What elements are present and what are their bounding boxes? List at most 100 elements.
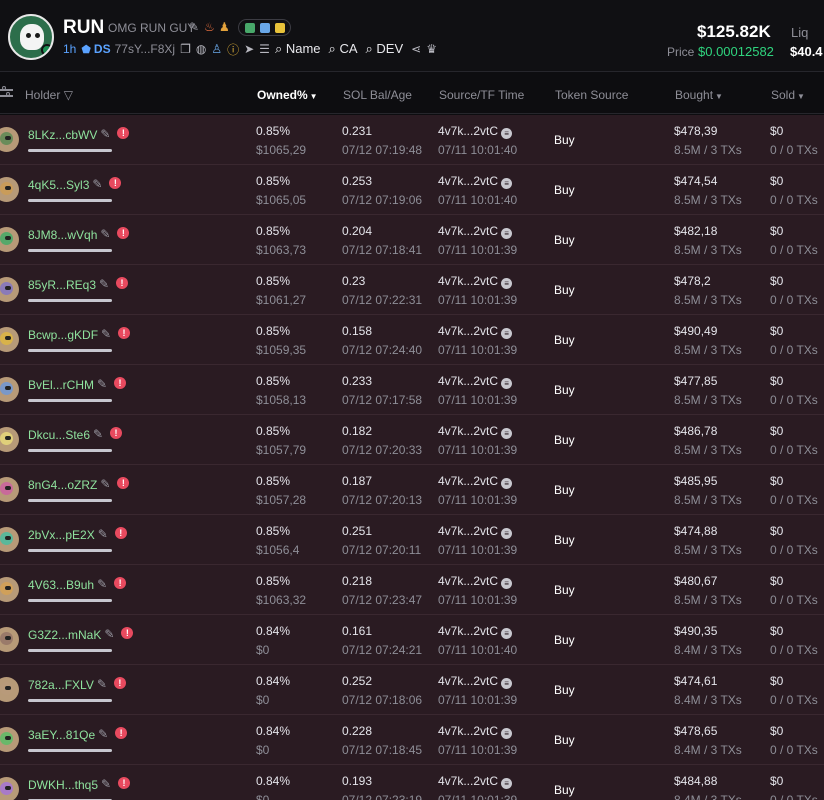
- holder-address[interactable]: 2bVx...pE2X: [28, 528, 95, 542]
- edit-icon[interactable]: ✎: [104, 627, 114, 641]
- avatar[interactable]: [0, 327, 19, 352]
- edit-icon[interactable]: ✎: [98, 527, 108, 541]
- source-wallet[interactable]: 4v7k...2vtC ≡: [438, 524, 513, 539]
- table-row[interactable]: 2bVx...pE2X ✎ ! 0.85% $1056,4 0.251 07/1…: [0, 515, 824, 565]
- edit-icon[interactable]: ✎: [101, 777, 111, 791]
- ds-link[interactable]: DS: [94, 42, 111, 56]
- column-holder[interactable]: Holder ▽: [25, 88, 73, 102]
- avatar[interactable]: [0, 227, 19, 252]
- alert-icon[interactable]: !: [117, 227, 130, 239]
- holder-address[interactable]: BvEl...rCHM: [28, 378, 94, 392]
- edit-icon[interactable]: ✎: [93, 427, 103, 441]
- source-wallet[interactable]: 4v7k...2vtC ≡: [438, 474, 513, 489]
- alert-icon[interactable]: !: [118, 327, 131, 339]
- table-row[interactable]: Dkcu...Ste6 ✎ ! 0.85% $1057,79 0.182 07/…: [0, 415, 824, 465]
- edit-icon[interactable]: ✎: [99, 277, 109, 291]
- avatar[interactable]: [0, 777, 19, 800]
- source-wallet[interactable]: 4v7k...2vtC ≡: [438, 574, 513, 589]
- holder-address[interactable]: 8JM8...wVqh: [28, 228, 97, 242]
- table-row[interactable]: 85yR...REq3 ✎ ! 0.85% $1061,27 0.23 07/1…: [0, 265, 824, 315]
- search-ca-link[interactable]: ⌕ CA: [329, 41, 358, 57]
- edit-icon[interactable]: ✎: [100, 477, 110, 491]
- avatar[interactable]: [0, 477, 19, 502]
- alert-icon[interactable]: !: [113, 677, 126, 689]
- edit-icon[interactable]: ✎: [97, 677, 107, 691]
- holder-address[interactable]: 8LKz...cbWV: [28, 128, 97, 142]
- table-row[interactable]: BvEl...rCHM ✎ ! 0.85% $1058,13 0.233 07/…: [0, 365, 824, 415]
- source-wallet[interactable]: 4v7k...2vtC ≡: [438, 724, 513, 739]
- source-wallet[interactable]: 4v7k...2vtC ≡: [438, 174, 513, 189]
- table-row[interactable]: 8JM8...wVqh ✎ ! 0.85% $1063,73 0.204 07/…: [0, 215, 824, 265]
- table-row[interactable]: DWKH...thq5 ✎ ! 0.84% $0 0.193 07/12 07:…: [0, 765, 824, 800]
- search-dev-link[interactable]: ⌕ DEV: [366, 41, 404, 57]
- table-row[interactable]: Bcwp...gKDF ✎ ! 0.85% $1059,35 0.158 07/…: [0, 315, 824, 365]
- holder-address[interactable]: 85yR...REq3: [28, 278, 96, 292]
- alert-icon[interactable]: !: [118, 777, 131, 789]
- table-row[interactable]: 8LKz...cbWV ✎ ! 0.85% $1065,29 0.231 07/…: [0, 115, 824, 165]
- alert-icon[interactable]: !: [110, 427, 123, 439]
- table-row[interactable]: G3Z2...mNaK ✎ ! 0.84% $0 0.161 07/12 07:…: [0, 615, 824, 665]
- avatar[interactable]: [0, 727, 19, 752]
- table-row[interactable]: 4V63...B9uh ✎ ! 0.85% $1063,32 0.218 07/…: [0, 565, 824, 615]
- holder-address[interactable]: 782a...FXLV: [28, 678, 94, 692]
- source-wallet[interactable]: 4v7k...2vtC ≡: [438, 374, 513, 389]
- contract-address[interactable]: 77sY...F8Xj: [115, 42, 175, 56]
- edit-icon[interactable]: ✎: [100, 227, 110, 241]
- edit-icon[interactable]: ✎: [97, 377, 107, 391]
- alert-icon[interactable]: !: [114, 527, 127, 539]
- search-name-link[interactable]: ⌕ Name: [275, 41, 321, 57]
- holder-address[interactable]: G3Z2...mNaK: [28, 628, 101, 642]
- avatar[interactable]: [0, 127, 19, 152]
- source-wallet[interactable]: 4v7k...2vtC ≡: [438, 774, 513, 789]
- source-wallet[interactable]: 4v7k...2vtC ≡: [438, 674, 513, 689]
- holder-address[interactable]: 4qK5...Syl3: [28, 178, 89, 192]
- sliders-icon[interactable]: [0, 86, 14, 100]
- alert-icon[interactable]: !: [117, 477, 130, 489]
- avatar[interactable]: [0, 277, 19, 302]
- holder-address[interactable]: 8nG4...oZRZ: [28, 478, 97, 492]
- column-bought[interactable]: Bought ▼: [675, 88, 723, 102]
- column-source[interactable]: Source/TF Time: [439, 88, 524, 102]
- edit-icon[interactable]: ✎: [101, 327, 111, 341]
- holder-address[interactable]: DWKH...thq5: [28, 778, 98, 792]
- funnel-icon[interactable]: ▽: [64, 88, 73, 102]
- alert-icon[interactable]: !: [116, 277, 129, 289]
- avatar[interactable]: [0, 377, 19, 402]
- avatar[interactable]: [0, 177, 19, 202]
- alert-icon[interactable]: !: [109, 177, 122, 189]
- table-row[interactable]: 782a...FXLV ✎ ! 0.84% $0 0.252 07/12 07:…: [0, 665, 824, 715]
- crown-icon[interactable]: ♛: [426, 42, 437, 56]
- warning-icon[interactable]: ⓘ: [227, 41, 239, 58]
- telegram-icon[interactable]: ➤: [244, 42, 254, 56]
- globe-icon[interactable]: ◍: [196, 42, 206, 56]
- edit-icon[interactable]: ✎: [98, 727, 108, 741]
- alert-icon[interactable]: !: [114, 377, 126, 389]
- holder-address[interactable]: 3aEY...81Qe: [28, 728, 95, 742]
- edit-icon[interactable]: ✎: [100, 127, 110, 141]
- edit-icon[interactable]: ✎: [97, 577, 107, 591]
- source-wallet[interactable]: 4v7k...2vtC ≡: [438, 224, 513, 239]
- copy-icon[interactable]: ❐: [180, 42, 191, 56]
- avatar[interactable]: [0, 577, 19, 602]
- share-icon[interactable]: ⋖: [411, 42, 421, 56]
- avatar[interactable]: [0, 527, 19, 552]
- avatar[interactable]: [0, 677, 19, 702]
- alert-icon[interactable]: !: [115, 727, 128, 739]
- alert-icon[interactable]: !: [121, 627, 134, 639]
- holder-address[interactable]: 4V63...B9uh: [28, 578, 94, 592]
- holder-address[interactable]: Dkcu...Ste6: [28, 428, 90, 442]
- source-wallet[interactable]: 4v7k...2vtC ≡: [438, 424, 513, 439]
- source-wallet[interactable]: 4v7k...2vtC ≡: [438, 124, 513, 139]
- menu-icon[interactable]: ☰: [259, 42, 270, 56]
- source-wallet[interactable]: 4v7k...2vtC ≡: [438, 274, 513, 289]
- table-row[interactable]: 4qK5...Syl3 ✎ ! 0.85% $1065,05 0.253 07/…: [0, 165, 824, 215]
- table-row[interactable]: 8nG4...oZRZ ✎ ! 0.85% $1057,28 0.187 07/…: [0, 465, 824, 515]
- token-logo[interactable]: [8, 14, 54, 60]
- alert-icon[interactable]: !: [117, 127, 130, 139]
- column-sol-bal[interactable]: SOL Bal/Age: [343, 88, 412, 102]
- table-row[interactable]: 3aEY...81Qe ✎ ! 0.84% $0 0.228 07/12 07:…: [0, 715, 824, 765]
- column-token-source[interactable]: Token Source: [555, 88, 628, 102]
- alert-icon[interactable]: !: [114, 577, 127, 589]
- edit-icon[interactable]: ✎: [92, 177, 102, 191]
- column-sold[interactable]: Sold ▼: [771, 88, 805, 102]
